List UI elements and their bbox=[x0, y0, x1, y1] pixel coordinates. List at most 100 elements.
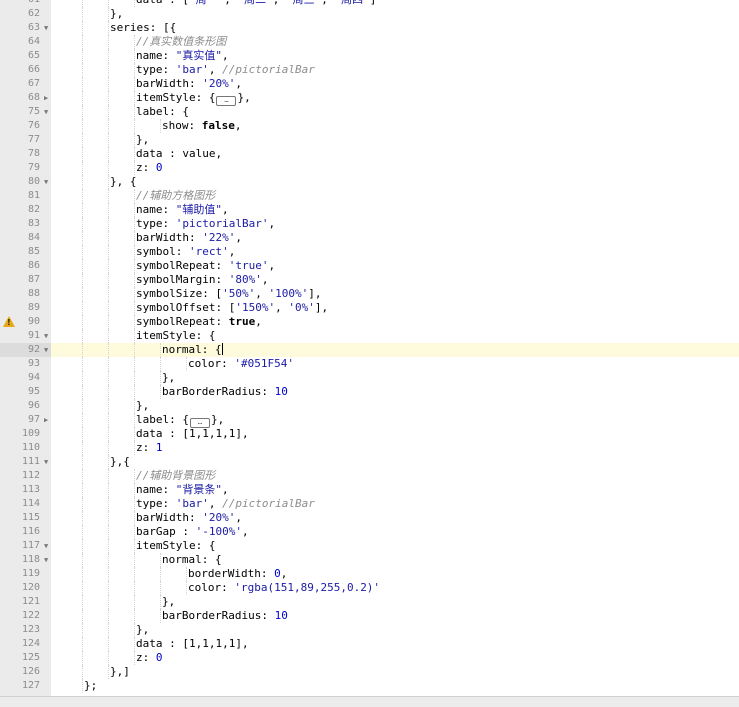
fold-arrow-right-icon[interactable]: ▶ bbox=[44, 413, 48, 427]
code-text[interactable]: }, bbox=[136, 133, 149, 147]
code-text[interactable]: itemStyle: {…}, bbox=[136, 91, 251, 106]
fold-arrow-down-icon[interactable]: ▼ bbox=[44, 539, 48, 553]
code-text[interactable]: label: { bbox=[136, 105, 189, 119]
code-line[interactable]: 90 symbolRepeat: true, bbox=[0, 315, 739, 329]
code-line[interactable]: 82 name: "辅助值", bbox=[0, 203, 739, 217]
code-text[interactable]: },{ bbox=[110, 455, 130, 469]
code-text[interactable]: barBorderRadius: 10 bbox=[162, 609, 288, 623]
code-text[interactable]: show: false, bbox=[162, 119, 242, 133]
code-line[interactable]: 111 ▼},{ bbox=[0, 455, 739, 469]
code-text[interactable]: data : [1,1,1,1], bbox=[136, 637, 249, 651]
code-line[interactable]: 127}; bbox=[0, 679, 739, 693]
code-text[interactable]: z: 0 bbox=[136, 651, 163, 665]
code-line[interactable]: 126},] bbox=[0, 665, 739, 679]
code-line[interactable]: 76 show: false, bbox=[0, 119, 739, 133]
code-line[interactable]: 97 ▶ label: {…}, bbox=[0, 413, 739, 428]
fold-arrow-down-icon[interactable]: ▼ bbox=[44, 21, 48, 35]
code-text[interactable]: z: 0 bbox=[136, 161, 163, 175]
code-line[interactable]: 66 type: 'bar', //pictorialBar bbox=[0, 63, 739, 77]
code-text[interactable]: color: 'rgba(151,89,255,0.2)' bbox=[188, 581, 380, 595]
code-text[interactable]: }, bbox=[162, 371, 175, 385]
code-line[interactable]: 112 //辅助背景图形 bbox=[0, 469, 739, 483]
code-line[interactable]: 62}, bbox=[0, 7, 739, 21]
code-line[interactable]: 93 color: '#051F54' bbox=[0, 357, 739, 371]
code-line[interactable]: 68 ▶ itemStyle: {…}, bbox=[0, 91, 739, 106]
code-text[interactable]: },] bbox=[110, 665, 130, 679]
code-text[interactable]: //辅助背景图形 bbox=[136, 469, 215, 483]
fold-arrow-down-icon[interactable]: ▼ bbox=[44, 455, 48, 469]
code-text[interactable]: }, bbox=[136, 399, 149, 413]
code-line[interactable]: 117 ▼ itemStyle: { bbox=[0, 539, 739, 553]
code-text[interactable]: //辅助方格图形 bbox=[136, 189, 215, 203]
code-line[interactable]: 61 data : ['周一', '周二', '周三', '周四'] bbox=[0, 0, 739, 7]
code-text[interactable]: data : [1,1,1,1], bbox=[136, 427, 249, 441]
code-text[interactable]: z: 1 bbox=[136, 441, 163, 455]
code-text[interactable]: //真实数值条形图 bbox=[136, 35, 226, 49]
code-line[interactable]: 77}, bbox=[0, 133, 739, 147]
code-text[interactable]: color: '#051F54' bbox=[188, 357, 294, 371]
code-text[interactable]: symbolMargin: '80%', bbox=[136, 273, 268, 287]
code-text[interactable]: barWidth: '20%', bbox=[136, 77, 242, 91]
code-line[interactable]: 80 ▼}, { bbox=[0, 175, 739, 189]
code-line[interactable]: 120 color: 'rgba(151,89,255,0.2)' bbox=[0, 581, 739, 595]
code-line[interactable]: 113 name: "背景条", bbox=[0, 483, 739, 497]
code-text[interactable]: symbol: 'rect', bbox=[136, 245, 235, 259]
code-line[interactable]: 121}, bbox=[0, 595, 739, 609]
code-line[interactable]: 125 z: 0 bbox=[0, 651, 739, 665]
fold-arrow-down-icon[interactable]: ▼ bbox=[44, 343, 48, 357]
fold-arrow-down-icon[interactable]: ▼ bbox=[44, 175, 48, 189]
code-line[interactable]: 84 barWidth: '22%', bbox=[0, 231, 739, 245]
code-text[interactable]: }; bbox=[84, 679, 97, 693]
code-text[interactable]: }, { bbox=[110, 175, 137, 189]
code-line[interactable]: 87 symbolMargin: '80%', bbox=[0, 273, 739, 287]
fold-arrow-right-icon[interactable]: ▶ bbox=[44, 91, 48, 105]
code-line[interactable]: 115 barWidth: '20%', bbox=[0, 511, 739, 525]
code-text[interactable]: type: 'bar', //pictorialBar bbox=[136, 497, 315, 511]
code-line[interactable]: 81 //辅助方格图形 bbox=[0, 189, 739, 203]
code-line[interactable]: 65 name: "真实值", bbox=[0, 49, 739, 63]
code-text[interactable]: barWidth: '22%', bbox=[136, 231, 242, 245]
code-text[interactable]: symbolOffset: ['150%', '0%'], bbox=[136, 301, 328, 315]
fold-arrow-down-icon[interactable]: ▼ bbox=[44, 105, 48, 119]
code-text[interactable]: type: 'bar', //pictorialBar bbox=[136, 63, 315, 77]
code-editor[interactable]: 61data : ['周一', '周二', '周三', '周四']62},63▼… bbox=[0, 0, 739, 696]
code-line[interactable]: 85 symbol: 'rect', bbox=[0, 245, 739, 259]
code-text[interactable]: barWidth: '20%', bbox=[136, 511, 242, 525]
code-text[interactable]: name: "真实值", bbox=[136, 49, 229, 63]
code-line[interactable]: 67 barWidth: '20%', bbox=[0, 77, 739, 91]
fold-arrow-down-icon[interactable]: ▼ bbox=[44, 553, 48, 567]
code-text[interactable]: barGap : '-100%', bbox=[136, 525, 249, 539]
code-text[interactable]: normal: { bbox=[162, 343, 223, 357]
code-text[interactable]: symbolSize: ['50%', '100%'], bbox=[136, 287, 321, 301]
code-text[interactable]: series: [{ bbox=[110, 21, 176, 35]
code-text[interactable]: }, bbox=[162, 595, 175, 609]
code-line[interactable]: 88 symbolSize: ['50%', '100%'], bbox=[0, 287, 739, 301]
code-line[interactable]: 79 z: 0 bbox=[0, 161, 739, 175]
code-line[interactable]: 110 z: 1 bbox=[0, 441, 739, 455]
code-line[interactable]: 86 symbolRepeat: 'true', bbox=[0, 259, 739, 273]
code-line[interactable]: 89 symbolOffset: ['150%', '0%'], bbox=[0, 301, 739, 315]
code-text[interactable]: symbolRepeat: true, bbox=[136, 315, 262, 329]
code-line[interactable]: 83 type: 'pictorialBar', bbox=[0, 217, 739, 231]
code-line[interactable]: 95 barBorderRadius: 10 bbox=[0, 385, 739, 399]
code-text[interactable]: label: {…}, bbox=[136, 413, 224, 428]
code-text[interactable]: itemStyle: { bbox=[136, 539, 215, 553]
code-text[interactable]: type: 'pictorialBar', bbox=[136, 217, 275, 231]
code-text[interactable]: barBorderRadius: 10 bbox=[162, 385, 288, 399]
code-line[interactable]: 114 type: 'bar', //pictorialBar bbox=[0, 497, 739, 511]
fold-arrow-down-icon[interactable]: ▼ bbox=[44, 329, 48, 343]
code-line[interactable]: 124 data : [1,1,1,1], bbox=[0, 637, 739, 651]
code-line[interactable]: 122 barBorderRadius: 10 bbox=[0, 609, 739, 623]
code-text[interactable]: }, bbox=[136, 623, 149, 637]
code-text[interactable]: name: "辅助值", bbox=[136, 203, 229, 217]
code-text[interactable]: normal: { bbox=[162, 553, 222, 567]
code-line[interactable]: 116 barGap : '-100%', bbox=[0, 525, 739, 539]
code-text[interactable]: name: "背景条", bbox=[136, 483, 229, 497]
code-text[interactable]: }, bbox=[110, 7, 123, 21]
code-line[interactable]: 75 ▼ label: { bbox=[0, 105, 739, 119]
code-line[interactable]: 118 ▼ normal: { bbox=[0, 553, 739, 567]
code-line[interactable]: 96}, bbox=[0, 399, 739, 413]
code-text[interactable]: borderWidth: 0, bbox=[188, 567, 287, 581]
code-text[interactable]: itemStyle: { bbox=[136, 329, 215, 343]
code-line[interactable]: 92 ▼ normal: { bbox=[0, 343, 739, 357]
